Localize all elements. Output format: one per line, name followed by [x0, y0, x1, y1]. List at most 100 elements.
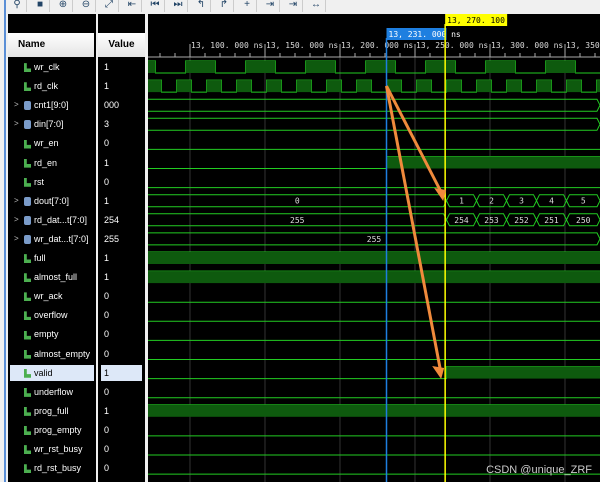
signal-value: 254	[104, 214, 120, 225]
add-marker-icon[interactable]: +	[238, 0, 257, 12]
signal-value: 0	[104, 138, 110, 149]
signal-name-row[interactable]: wr_en	[10, 135, 94, 151]
expand-chevron-icon[interactable]: >	[14, 116, 19, 132]
high-level-fill	[536, 80, 552, 93]
signal-name-row[interactable]: wr_clk	[10, 59, 94, 75]
high-level-fill	[386, 156, 600, 169]
signal-name-row[interactable]: prog_empty	[10, 422, 94, 438]
bit-signal-icon	[24, 273, 31, 283]
signal-value: 0	[104, 329, 110, 340]
next-marker-icon[interactable]: ⇥	[284, 0, 303, 12]
expand-chevron-icon[interactable]: >	[14, 212, 19, 228]
signal-name-row[interactable]: wr_ack	[10, 288, 94, 304]
watermark: CSDN @unique_ZRF	[486, 464, 592, 476]
go-start-icon[interactable]: ⏮	[146, 0, 165, 12]
signal-value: 1	[104, 157, 110, 168]
stop-icon[interactable]: ■	[31, 0, 50, 12]
signal-value: 1	[104, 405, 110, 416]
name-column: Name wr_clk rd_clk > cnt1[9:0] > din[7:0] wr_e…	[8, 14, 96, 482]
bus-signal-icon	[24, 101, 31, 111]
signal-name: dout[7:0]	[34, 195, 70, 206]
expand-chevron-icon[interactable]: >	[14, 97, 19, 113]
signal-name: prog_full	[34, 405, 69, 416]
cursor-icon[interactable]: ⇤	[123, 0, 142, 12]
signal-name-row[interactable]: rd_en	[10, 155, 94, 171]
bit-signal-icon	[24, 158, 31, 168]
expand-chevron-icon[interactable]: >	[14, 231, 19, 247]
signal-name-row[interactable]: almost_empty	[10, 346, 94, 362]
next-transition-icon[interactable]: ↱	[215, 0, 234, 12]
bit-signal-icon	[24, 368, 31, 378]
high-level-fill	[506, 80, 522, 93]
signal-value: 0	[104, 463, 110, 474]
tick-label: 13, 350.	[566, 41, 600, 50]
signal-name: wr_rst_busy	[34, 444, 83, 454]
signal-name-row[interactable]: valid	[10, 364, 94, 381]
signal-value: 0	[104, 176, 110, 187]
bit-signal-icon	[24, 311, 31, 321]
high-level-fill	[476, 80, 492, 93]
high-level-fill	[266, 80, 282, 93]
zoom-in-icon[interactable]: ⊕	[54, 0, 73, 12]
waveform-canvas[interactable]: 13, 100. 000 ns 13, 150. 000 ns 13, 200. 0…	[148, 14, 600, 482]
signal-name-row[interactable]: rd_clk	[10, 78, 94, 94]
high-level-fill	[416, 80, 432, 93]
bus-value: 252	[514, 216, 529, 225]
zoom-fit-icon[interactable]: ⤢	[100, 0, 119, 12]
signal-name-row[interactable]: > cnt1[9:0]	[10, 97, 94, 113]
signal-name-row[interactable]: rd_rst_busy	[10, 460, 94, 476]
signal-name-row[interactable]: rst	[10, 174, 94, 190]
signal-name-row[interactable]: underflow	[10, 384, 94, 400]
signal-name: empty	[34, 329, 59, 340]
signal-name: din[7:0]	[34, 119, 64, 130]
main-cursor-label: 13, 270. 100 ns	[447, 16, 519, 25]
tick-label: 13, 250. 000 ns	[416, 41, 488, 50]
signal-name-row[interactable]: wr_rst_busy	[10, 441, 94, 457]
search-icon[interactable]: ⚲	[8, 0, 27, 12]
bus-value: 2	[489, 197, 494, 206]
high-level-fill	[185, 61, 216, 73]
signal-name: rd_dat...t[7:0]	[34, 214, 88, 225]
go-end-icon[interactable]: ⏭	[169, 0, 188, 12]
high-level-fill	[296, 80, 312, 93]
signal-name: rd_rst_busy	[34, 463, 82, 474]
signal-value: 0	[104, 386, 110, 397]
signal-name: valid	[34, 367, 53, 378]
value-header[interactable]: Value	[98, 33, 145, 57]
signal-name-row[interactable]: empty	[10, 326, 94, 342]
bus-value: 0	[295, 197, 300, 206]
value-column: Value 1 1 000 3 0 1 0 1 254 255 1 1 0 0 0 0 1 0 1 0 0 0	[98, 14, 145, 482]
signal-name-row[interactable]: > dout[7:0]	[10, 193, 94, 209]
secondary-cursor-label: 13, 231. 000 ns	[389, 30, 461, 39]
signal-name-row[interactable]: almost_full	[10, 269, 94, 285]
prev-marker-icon[interactable]: ⇥	[261, 0, 280, 12]
signal-name-row[interactable]: overflow	[10, 307, 94, 323]
swap-cursors-icon[interactable]: ↔	[307, 0, 326, 12]
signal-name-row[interactable]: full	[10, 250, 94, 266]
signal-value: 1	[104, 195, 110, 206]
bus-signal-icon	[24, 215, 31, 225]
bit-signal-icon	[24, 445, 31, 455]
signal-value: 0	[104, 424, 110, 435]
prev-transition-icon[interactable]: ↰	[192, 0, 211, 12]
tick-label: 13, 200. 000 ns	[341, 41, 413, 50]
zoom-out-icon[interactable]: ⊖	[77, 0, 96, 12]
bit-signal-icon	[24, 63, 31, 73]
signal-name-row[interactable]: > wr_dat...t[7:0]	[10, 231, 94, 247]
signal-value: 0	[104, 444, 110, 454]
signal-value: 000	[104, 100, 120, 111]
name-header[interactable]: Name	[8, 33, 94, 57]
signal-name-row[interactable]: prog_full	[10, 403, 94, 419]
bus-signal-icon	[24, 235, 31, 245]
high-level-fill	[176, 80, 192, 93]
high-level-fill	[545, 61, 576, 73]
signal-name-row[interactable]: > rd_dat...t[7:0]	[10, 212, 94, 228]
bit-signal-icon	[24, 349, 31, 359]
high-level-fill	[485, 61, 516, 73]
signal-value: 1	[104, 272, 110, 283]
high-level-fill	[365, 61, 396, 73]
toolbar: ⚲ ■ ⊕ ⊖ ⤢ ⇤ ⏮ ⏭ ↰ ↱ + ⇥ ⇥ ↔	[0, 0, 600, 14]
expand-chevron-icon[interactable]: >	[14, 193, 19, 209]
signal-name-row[interactable]: > din[7:0]	[10, 116, 94, 132]
signal-name: full	[34, 253, 46, 263]
